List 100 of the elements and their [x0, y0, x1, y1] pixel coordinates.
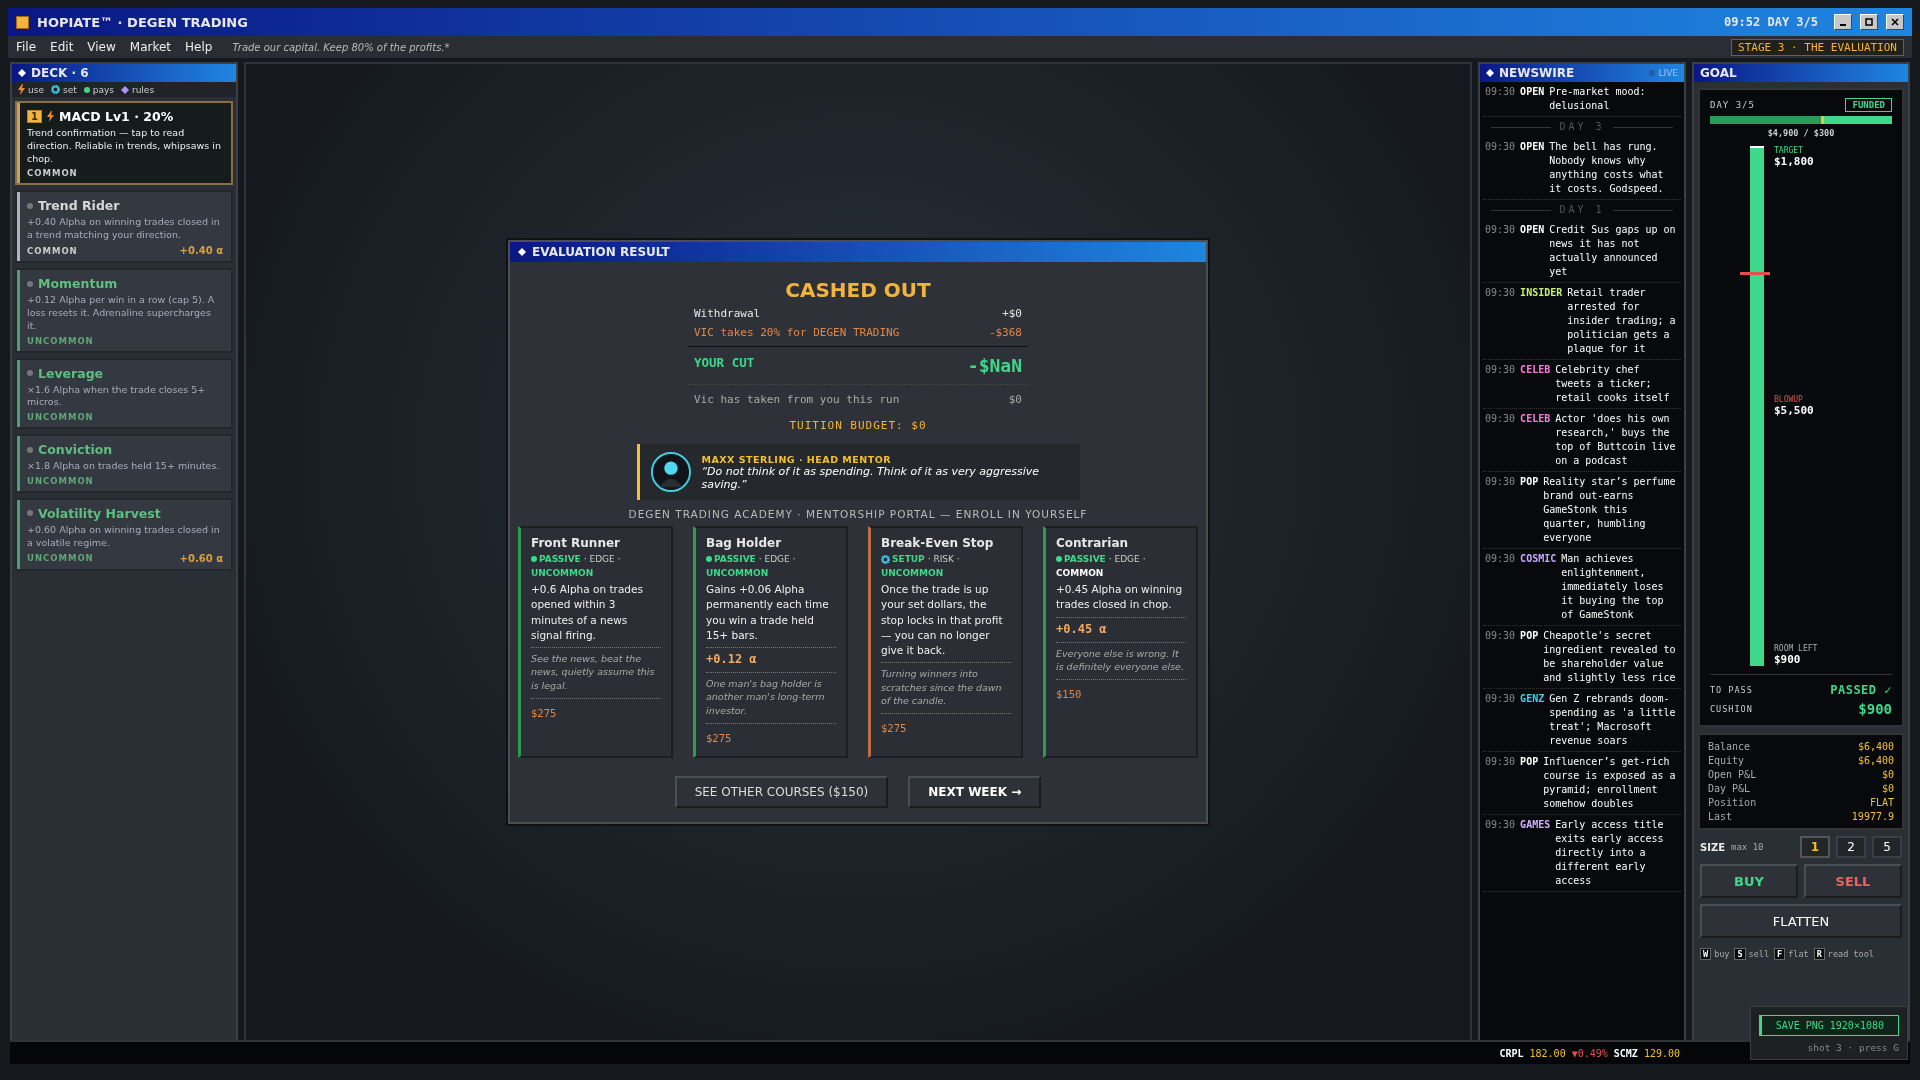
key-cap: W — [1700, 948, 1712, 960]
news-headline: Early access title exits early access directly into a different early access — [1555, 818, 1665, 888]
news-tag: COSMIC — [1520, 552, 1557, 622]
size-option[interactable]: 1 — [1800, 836, 1830, 858]
tagline: Trade our capital. Keep 80% of the profits.* — [232, 41, 451, 53]
mentor-name: MAXX STERLING · HEAD MENTOR — [701, 453, 893, 465]
rarity-label: UNCOMMON — [27, 553, 94, 564]
bonus-value: +0.40 α — [179, 245, 223, 257]
type-label: PASSIVE — [1064, 554, 1106, 565]
rarity-label: UNCOMMON — [706, 568, 770, 579]
news-time: 09:30 — [1485, 755, 1516, 769]
size-option[interactable]: 5 — [1872, 836, 1902, 858]
course-card[interactable]: Bag Holder PASSIVE · EDGE · UNCOMMON Gains +0.06 Alpha permanently each time you win a trade held 15+ bars. +0.12 α One man's bag holder is another man's long-term investor. $275 — [693, 526, 848, 758]
row-label: Withdrawal — [694, 307, 761, 321]
panel-title: NEWSWIRE — [1499, 66, 1575, 80]
live-label: LIVE — [1658, 68, 1678, 78]
dialog-title: EVALUATION RESULT — [532, 245, 670, 260]
type-label: SETUP — [892, 554, 925, 565]
menu-item[interactable]: File — [16, 40, 37, 54]
news-time: 09:30 — [1485, 692, 1516, 706]
deck-card[interactable]: Conviction ×1.8 Alpha on trades held 15+ minutes. UNCOMMON — [15, 434, 233, 493]
news-headline: Influencer’s get-rich course is exposed as a pyramid; enrollment somehow doubles — [1543, 755, 1677, 811]
meter-value: $900 — [1774, 653, 1802, 666]
deck-card[interactable]: Leverage ×1.6 Alpha when the trade closes 5+ micros. UNCOMMON — [15, 357, 233, 430]
deck-card[interactable]: Volatility Harvest +0.60 Alpha on winning trades closed in a volatile regime. UNCOMMON +0.60 α — [15, 497, 233, 571]
stat-label: Day P&L — [1708, 783, 1751, 794]
dialog-button[interactable]: NEXT WEEK → — [908, 775, 1042, 808]
type-label: PASSIVE — [539, 554, 581, 565]
row-value: +$0 — [1002, 307, 1022, 321]
news-tag: OPEN — [1520, 140, 1545, 196]
course-card[interactable]: Contrarian PASSIVE · EDGE · COMMON +0.45 Alpha on winning trades closed in chop. +0.45 α Everyone else is wrong. It is definitely everyone else. $150 — [1043, 526, 1198, 758]
diamond-icon — [1486, 69, 1494, 77]
flavor-text: See the news, beat the news, quietly assume this is legal. — [531, 652, 661, 699]
news-headline: Cheapotle's secret ingredient revealed to be shareholder value and slightly less rice — [1543, 629, 1677, 685]
menu-item[interactable]: Help — [185, 40, 213, 54]
maximize-icon — [1865, 18, 1873, 26]
dialog-button[interactable]: SEE OTHER COURSES ($150) — [674, 775, 889, 808]
key-hint: sell — [1748, 949, 1770, 959]
deck-card[interactable]: 1 MACD Lv1 · 20% Trend confirmation — tap to read direction. Reliable in trends, whipsaws in chop. COMMON — [15, 101, 233, 186]
deck-card[interactable]: Momentum +0.12 Alpha per win in a row (cap 5). A loss resets it. Adrenaline supercharges it. UNCOMMON — [15, 268, 233, 353]
news-tag: INSIDER — [1520, 286, 1563, 356]
sell-button[interactable]: SELL — [1804, 864, 1902, 898]
legend-label: pays — [92, 84, 114, 95]
size-hint: max 10 — [1731, 842, 1765, 852]
flatten-button[interactable]: FLATTEN — [1700, 904, 1902, 938]
course-card[interactable]: Front Runner PASSIVE · EDGE · UNCOMMON +0.6 Alpha on trades opened within 3 minutes of a news signal firing. See the news, beat the news, quietly assume this is legal. $275 — [518, 526, 673, 758]
menu-item[interactable]: Edit — [50, 40, 74, 54]
category-label: · EDGE · — [758, 554, 796, 565]
dot-icon — [27, 370, 33, 376]
news-headline: Actor 'does his own research,' buys the top of Buttcoin live on a podcast — [1555, 412, 1677, 468]
stat-value: $6,400 — [1857, 755, 1894, 766]
dot-icon — [27, 202, 33, 209]
close-button[interactable] — [1886, 14, 1904, 30]
progress-label: $4,900 / $300 — [1766, 128, 1836, 138]
news-time: 09:30 — [1485, 818, 1516, 832]
gear-icon — [50, 85, 60, 94]
menu-item[interactable]: View — [87, 40, 116, 54]
course-card[interactable] — [868, 526, 1023, 758]
dot-icon — [706, 556, 712, 563]
key-cap: F — [1774, 948, 1786, 960]
dot-icon — [27, 446, 33, 453]
pass-label: TO PASS — [1710, 685, 1753, 695]
news-time: 09:30 — [1485, 475, 1516, 489]
news-headline: Retail trader arrested for insider trading; a politician gets a plaque for it — [1567, 286, 1677, 356]
card-description: ×1.8 Alpha on trades held 15+ minutes. — [27, 460, 221, 473]
news-time: 09:30 — [1485, 629, 1516, 643]
dot-icon — [83, 86, 90, 93]
news-tag: POP — [1520, 475, 1539, 545]
menu-item[interactable]: Market — [129, 40, 172, 54]
news-tag: CELEB — [1520, 363, 1551, 405]
category-label: · EDGE · — [1108, 554, 1146, 565]
card-title: Trend Rider — [38, 198, 120, 214]
card-title: Momentum — [38, 276, 118, 292]
course-title: Bag Holder — [706, 536, 783, 551]
news-headline: Credit Sus gaps up on news it has not actually announced yet — [1549, 223, 1677, 279]
dot-icon — [531, 556, 537, 563]
key-hint: flat — [1788, 949, 1809, 959]
category-label: · RISK · — [927, 554, 960, 565]
blowup-marker — [1740, 272, 1770, 276]
buy-button[interactable]: BUY — [1700, 864, 1798, 898]
ticker-symbol: SCMZ — [1613, 1047, 1638, 1059]
panel-title: GOAL — [1700, 66, 1737, 80]
maximize-button[interactable] — [1860, 14, 1878, 30]
card-description: +0.12 Alpha per win in a row (cap 5). A loss resets it. Adrenaline supercharges it. — [27, 294, 216, 333]
ticker-price: 129.00 — [1643, 1047, 1680, 1059]
deck-card[interactable]: Trend Rider +0.40 Alpha on winning trades closed in a trend matching your direction. COMMON +0.40 α — [15, 190, 233, 264]
minimize-button[interactable] — [1834, 14, 1852, 30]
news-tag: CELEB — [1520, 412, 1551, 468]
size-option[interactable]: 2 — [1836, 836, 1866, 858]
card-title: MACD Lv1 · 20% — [58, 109, 174, 124]
stat-value: 19977.9 — [1851, 811, 1894, 822]
key-cap: R — [1813, 948, 1825, 960]
news-time: 09:30 — [1485, 363, 1516, 377]
row-label: VIC takes 20% for DEGEN TRADING — [694, 326, 900, 340]
day-label: DAY 3/5 — [1710, 100, 1755, 110]
save-png-button[interactable]: SAVE PNG 1920×1080 — [1758, 1015, 1899, 1036]
news-time: 09:30 — [1485, 85, 1516, 99]
funded-badge: FUNDED — [1845, 98, 1892, 112]
course-title: Break-Even Stop — [881, 536, 995, 551]
rarity-label: UNCOMMON — [27, 412, 94, 423]
